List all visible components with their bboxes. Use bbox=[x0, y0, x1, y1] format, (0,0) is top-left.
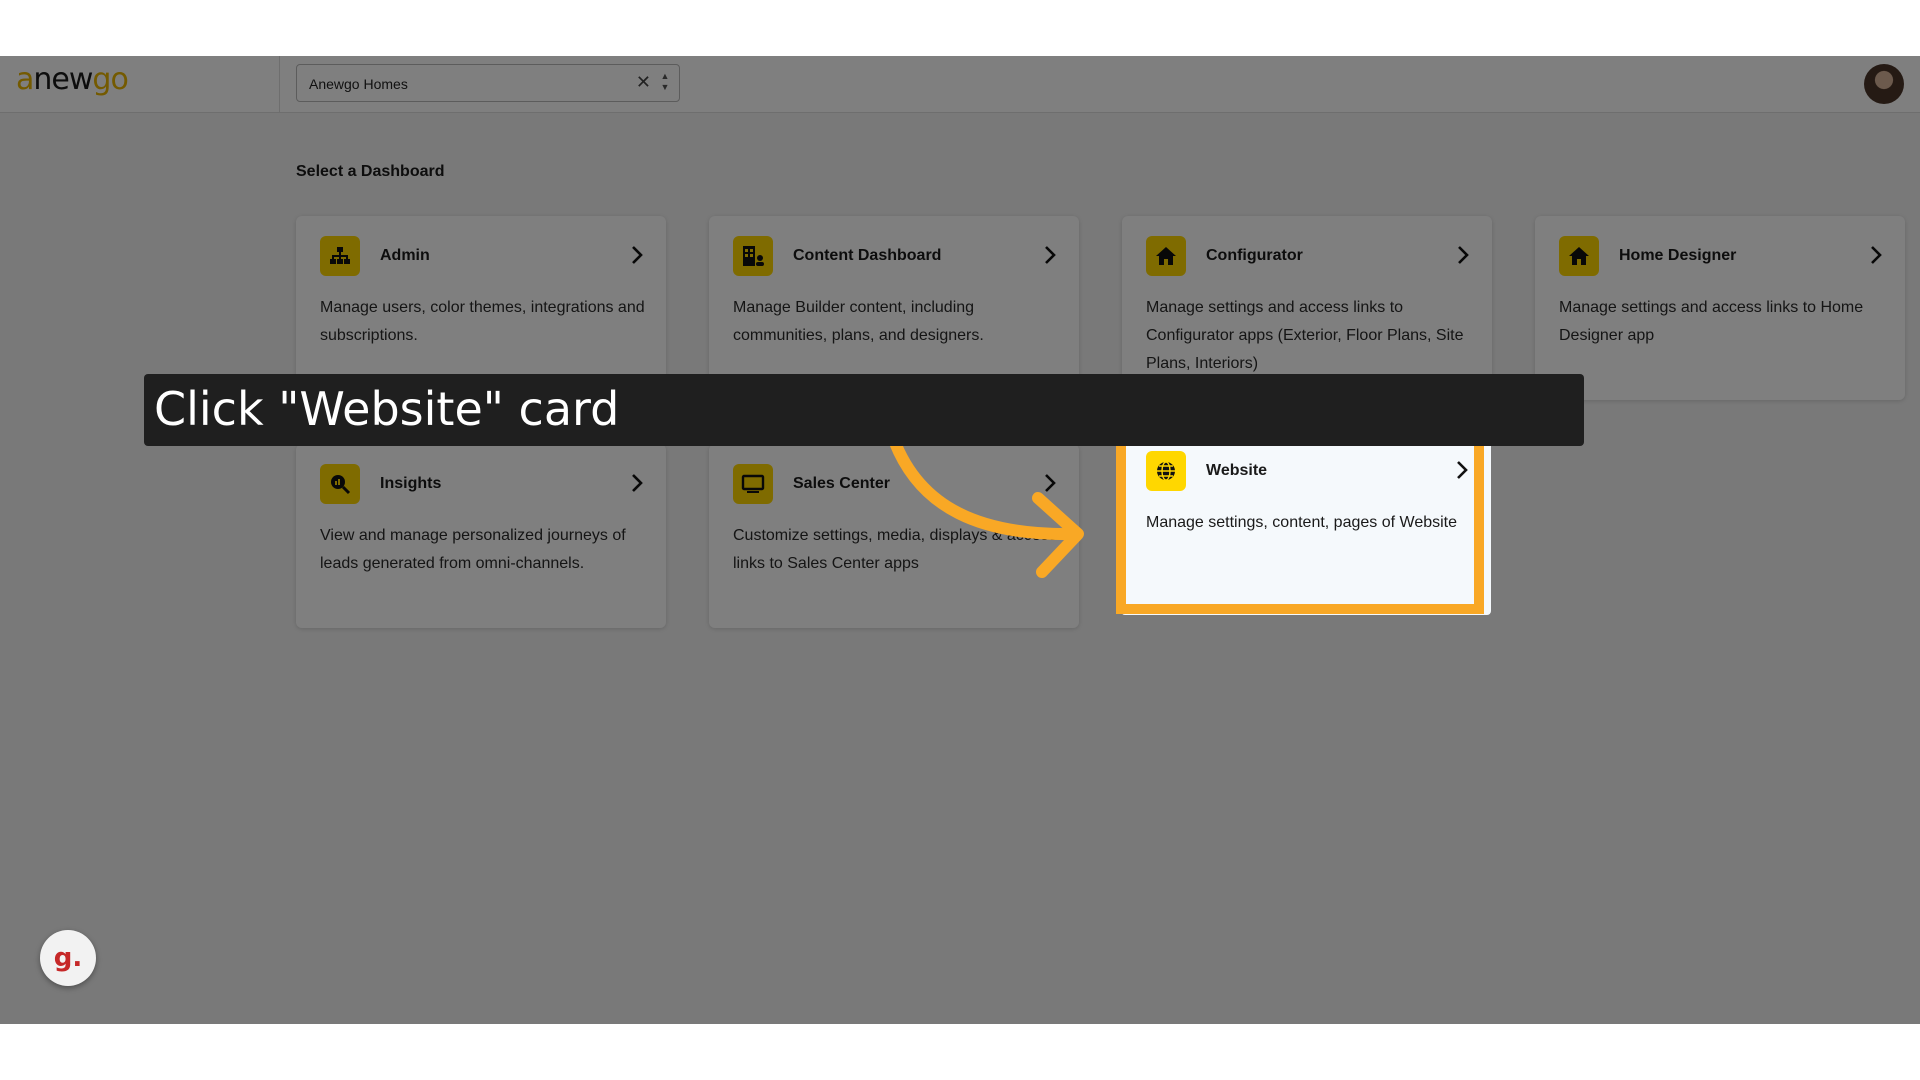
card-title: Sales Center bbox=[793, 475, 890, 492]
close-icon[interactable]: ✕ bbox=[636, 72, 651, 93]
chevron-right-icon bbox=[1456, 245, 1470, 270]
instruction-text: Click "Website" card bbox=[154, 382, 620, 436]
card-insights[interactable]: Insights View and manage personalized jo… bbox=[296, 444, 666, 628]
instruction-banner: Click "Website" card bbox=[144, 374, 1584, 446]
card-description: Manage Builder content, including commun… bbox=[733, 299, 984, 344]
card-content-dashboard[interactable]: Content Dashboard Manage Builder content… bbox=[709, 216, 1079, 400]
highlight-frame bbox=[1116, 434, 1484, 614]
card-title: Admin bbox=[380, 247, 430, 264]
card-description: Manage users, color themes, integrations… bbox=[320, 299, 645, 344]
card-description: Manage settings and access links to Home… bbox=[1559, 299, 1864, 344]
help-launcher-button[interactable]: g. bbox=[40, 930, 96, 986]
card-configurator[interactable]: Configurator Manage settings and access … bbox=[1122, 216, 1492, 400]
logo-area: anewgo bbox=[0, 56, 280, 113]
card-description: Manage settings and access links to Conf… bbox=[1146, 299, 1464, 372]
page-heading: Select a Dashboard bbox=[296, 163, 445, 180]
home-icon bbox=[1146, 236, 1186, 276]
search-chart-icon bbox=[320, 464, 360, 504]
card-title: Content Dashboard bbox=[793, 247, 942, 264]
user-avatar[interactable] bbox=[1864, 64, 1904, 104]
card-title: Home Designer bbox=[1619, 247, 1737, 264]
pointer-arrow-icon bbox=[888, 436, 1084, 578]
builder-select[interactable]: Anewgo Homes ✕ ▲ ▼ bbox=[296, 64, 680, 102]
sitemap-icon bbox=[320, 236, 360, 276]
top-bar: anewgo Anewgo Homes ✕ ▲ ▼ bbox=[0, 56, 1920, 113]
card-title: Insights bbox=[380, 475, 442, 492]
anewgo-logo[interactable]: anewgo bbox=[16, 62, 129, 97]
builder-select-value: Anewgo Homes bbox=[309, 76, 408, 92]
building-user-icon bbox=[733, 236, 773, 276]
card-description: View and manage personalized journeys of… bbox=[320, 527, 626, 572]
chevron-right-icon bbox=[630, 245, 644, 270]
chevron-right-icon bbox=[1869, 245, 1883, 270]
chevron-right-icon bbox=[630, 473, 644, 498]
card-admin[interactable]: Admin Manage users, color themes, integr… bbox=[296, 216, 666, 400]
chevron-updown-icon[interactable]: ▲ ▼ bbox=[659, 71, 671, 93]
card-home-designer[interactable]: Home Designer Manage settings and access… bbox=[1535, 216, 1905, 400]
card-title: Configurator bbox=[1206, 247, 1303, 264]
home-icon bbox=[1559, 236, 1599, 276]
chevron-right-icon bbox=[1043, 245, 1057, 270]
monitor-icon bbox=[733, 464, 773, 504]
